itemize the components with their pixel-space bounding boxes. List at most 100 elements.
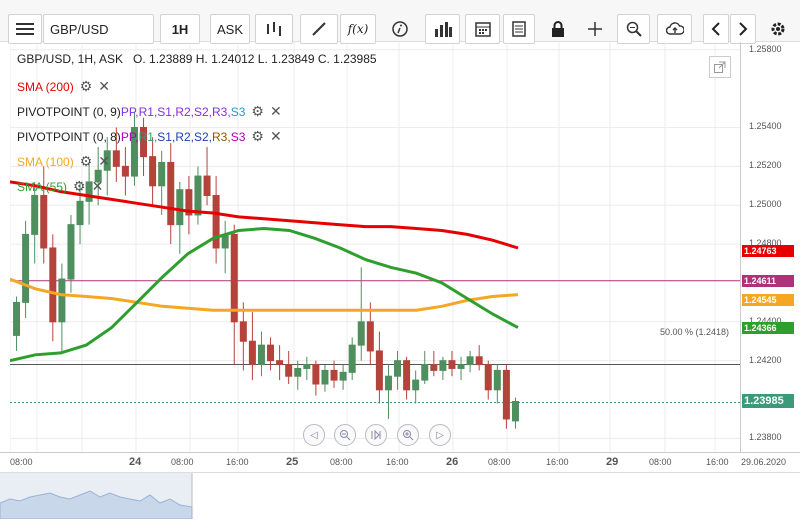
symbol-selector[interactable]: GBP/USD xyxy=(43,14,154,44)
time-tick: 24 xyxy=(129,456,142,468)
candle-body xyxy=(167,161,175,226)
legend-sma-100[interactable]: SMA (100) ⚙ ✕ xyxy=(17,153,110,170)
candle-body xyxy=(58,278,66,323)
candle-body xyxy=(149,156,157,187)
legend-part: S3 xyxy=(230,104,246,119)
zoom-in-icon[interactable] xyxy=(397,424,419,446)
candle-body xyxy=(403,360,411,391)
reset-view-icon[interactable] xyxy=(365,424,387,446)
candle-body xyxy=(285,364,293,377)
time-tick: 08:00 xyxy=(171,457,194,467)
time-tick: 25 xyxy=(286,456,299,468)
time-tick: 16:00 xyxy=(386,457,409,467)
price-type-selector[interactable]: ASK xyxy=(210,14,250,44)
quote-text: GBP/USD, 1H, ASK O. 1.23889 H. 1.24012 L… xyxy=(17,52,377,66)
candle-body xyxy=(257,344,265,366)
info-icon[interactable] xyxy=(385,14,415,44)
fib-label: 50.00 % (1.2418) xyxy=(660,327,730,337)
bar-type-icon[interactable] xyxy=(255,14,293,44)
scroll-left-icon[interactable]: ◁ xyxy=(303,424,325,446)
legend-part: S2, xyxy=(194,129,213,144)
scroll-right-icon[interactable]: ▷ xyxy=(429,424,451,446)
candle-body xyxy=(276,360,284,366)
gear-icon[interactable]: ⚙ xyxy=(73,178,86,195)
price-badge: 1.23985 xyxy=(742,394,794,409)
candle-body xyxy=(212,195,220,249)
symbol-label: GBP/USD xyxy=(50,21,109,37)
popout-icon[interactable] xyxy=(709,56,731,78)
candle-body xyxy=(194,175,202,216)
gear-icon[interactable]: ⚙ xyxy=(80,153,93,170)
price-tick: 1.24200 xyxy=(749,354,782,365)
candle-body xyxy=(421,364,429,381)
price-badge: 1.24366 xyxy=(742,322,794,335)
price-type-label: ASK xyxy=(216,21,243,37)
price-axis[interactable]: 1.25800 1.25400 1.25200 1.25000 1.24800 1.244… xyxy=(740,42,800,452)
candle-body xyxy=(366,321,374,352)
candle-body xyxy=(248,340,256,366)
legend-part: R3, xyxy=(212,129,231,144)
close-icon[interactable]: ✕ xyxy=(270,128,282,145)
function-icon[interactable]: f(x) xyxy=(340,14,376,44)
volume-icon[interactable] xyxy=(425,14,460,44)
calendar-icon[interactable] xyxy=(465,14,500,44)
candle-body xyxy=(31,195,39,235)
gear-icon[interactable]: ⚙ xyxy=(80,78,93,95)
time-axis[interactable]: 08:00 24 08:00 16:00 25 08:00 16:00 26 08:00 16:0… xyxy=(0,452,800,472)
legend-label: PIVOTPOINT (0, 8) xyxy=(17,129,121,144)
gear-icon[interactable] xyxy=(763,14,793,44)
candle-body xyxy=(339,371,347,381)
legend-part: S1, xyxy=(157,104,176,119)
draw-icon[interactable] xyxy=(300,14,338,44)
legend-pivot-1[interactable]: PIVOTPOINT (0, 9) PP, R1, S1, R2, S2, R3… xyxy=(17,103,282,120)
legend-label: PIVOTPOINT (0, 9) xyxy=(17,104,121,119)
crosshair-icon[interactable] xyxy=(580,14,610,44)
candle-body xyxy=(475,356,483,366)
gear-icon[interactable]: ⚙ xyxy=(251,103,264,120)
candle-body xyxy=(321,369,329,385)
candle-body xyxy=(439,360,447,371)
close-icon[interactable]: ✕ xyxy=(270,103,282,120)
zoom-icon[interactable] xyxy=(617,14,650,44)
close-icon[interactable]: ✕ xyxy=(98,153,110,170)
report-icon[interactable] xyxy=(503,14,535,44)
close-icon[interactable]: ✕ xyxy=(92,178,104,195)
legend-part: R1, xyxy=(138,104,158,119)
time-tick: 16:00 xyxy=(706,457,729,467)
time-tick: 16:00 xyxy=(226,457,249,467)
candle-body xyxy=(40,195,48,249)
legend-sma-55[interactable]: SMA (55) ⚙ ✕ xyxy=(17,178,103,195)
function-label: f(x) xyxy=(347,22,369,36)
price-badge: 1.24545 xyxy=(742,293,794,306)
cloud-upload-icon[interactable] xyxy=(657,14,692,44)
candle-body xyxy=(448,360,456,369)
legend-sma-200[interactable]: SMA (200) ⚙ ✕ xyxy=(17,78,110,95)
legend-part: R2, xyxy=(175,104,194,119)
navigator-chart[interactable] xyxy=(0,473,800,520)
lock-icon[interactable] xyxy=(543,14,573,44)
candle-body xyxy=(176,189,184,226)
candle-body xyxy=(13,301,21,336)
close-icon[interactable]: ✕ xyxy=(98,78,110,95)
chevron-right-icon[interactable] xyxy=(730,14,756,44)
time-tick: 16:00 xyxy=(546,457,569,467)
candle-body xyxy=(357,321,365,346)
toolbar: GBP/USD 1H ASK f(x) xyxy=(0,0,800,44)
candle-body xyxy=(230,233,238,323)
menu-icon[interactable] xyxy=(8,14,42,44)
candle-body xyxy=(22,233,30,303)
price-tick: 1.25000 xyxy=(749,199,782,210)
legend-part: R2, xyxy=(175,129,194,144)
candle-body xyxy=(511,400,519,422)
legend-pivot-2[interactable]: PIVOTPOINT (0, 8) PP, R1, S1, R2, S2, R3… xyxy=(17,128,282,145)
chevron-left-icon[interactable] xyxy=(703,14,729,44)
navigator[interactable] xyxy=(0,472,800,520)
timeframe-selector[interactable]: 1H xyxy=(160,14,200,44)
gear-icon[interactable]: ⚙ xyxy=(251,128,264,145)
time-tick: 29.06.2020 xyxy=(741,457,787,467)
time-tick: 08:00 xyxy=(488,457,511,467)
candle-body xyxy=(312,364,320,385)
time-tick: 26 xyxy=(446,456,459,468)
quote-header: GBP/USD, 1H, ASK O. 1.23889 H. 1.24012 L… xyxy=(17,52,377,66)
zoom-out-icon[interactable] xyxy=(334,424,356,446)
